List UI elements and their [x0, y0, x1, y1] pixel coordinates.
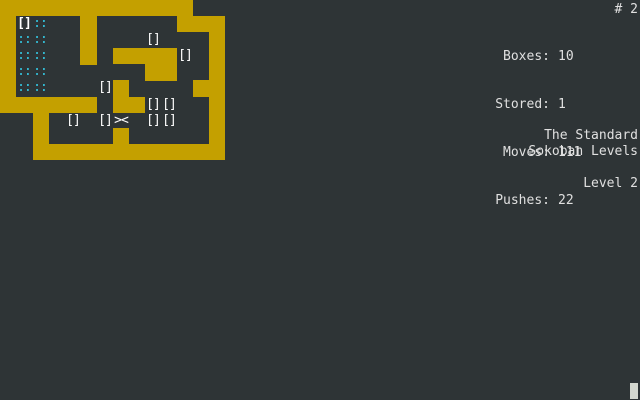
box: [] — [98, 80, 113, 95]
box: [] — [146, 97, 161, 112]
stats-panel: Boxes: 10 Stored: 1 Moves: 111 Pushes: 22 — [494, 17, 581, 225]
goal-tile: :: — [33, 32, 48, 47]
collection-title-line2: Sokoban Levels — [528, 144, 638, 159]
goal-tile: :: — [17, 64, 32, 79]
box: [] — [146, 32, 161, 47]
wall-segment — [113, 128, 129, 160]
goal-tile: :: — [17, 80, 32, 95]
goal-tile: :: — [17, 48, 32, 63]
wall-segment — [33, 144, 225, 160]
stat-pushes: Pushes: 22 — [494, 193, 581, 209]
stat-value: 22 — [558, 193, 574, 208]
box: [] — [178, 48, 193, 63]
stat-stored: Stored: 1 — [494, 97, 581, 113]
stat-label: Stored: — [495, 97, 550, 112]
wall-segment — [145, 48, 177, 81]
goal-tile: :: — [17, 32, 32, 47]
stat-value: 1 — [558, 97, 566, 112]
wall-segment — [80, 16, 97, 65]
wall-segment — [0, 0, 193, 16]
stat-label: Pushes: — [495, 193, 550, 208]
goal-tile: :: — [33, 48, 48, 63]
player: >< — [114, 113, 129, 128]
terminal-cursor — [630, 383, 638, 399]
box: [] — [162, 97, 177, 112]
collection-title-line1: The Standard — [544, 128, 638, 143]
box: [] — [162, 113, 177, 128]
goal-tile: :: — [33, 80, 48, 95]
box: [] — [146, 113, 161, 128]
box-on-goal: [] — [17, 16, 32, 31]
wall-segment — [0, 97, 97, 113]
stat-label: Boxes: — [503, 49, 550, 64]
wall-segment — [113, 97, 145, 113]
goal-tile: :: — [33, 16, 48, 31]
goal-tile: :: — [33, 64, 48, 79]
wall-segment — [193, 80, 225, 97]
level-number-mark: # 2 — [614, 2, 638, 17]
box: [] — [98, 113, 113, 128]
box: [] — [66, 113, 81, 128]
stat-boxes: Boxes: 10 — [494, 49, 581, 65]
stat-value: 10 — [558, 49, 574, 64]
level-label: Level 2 — [583, 176, 638, 191]
